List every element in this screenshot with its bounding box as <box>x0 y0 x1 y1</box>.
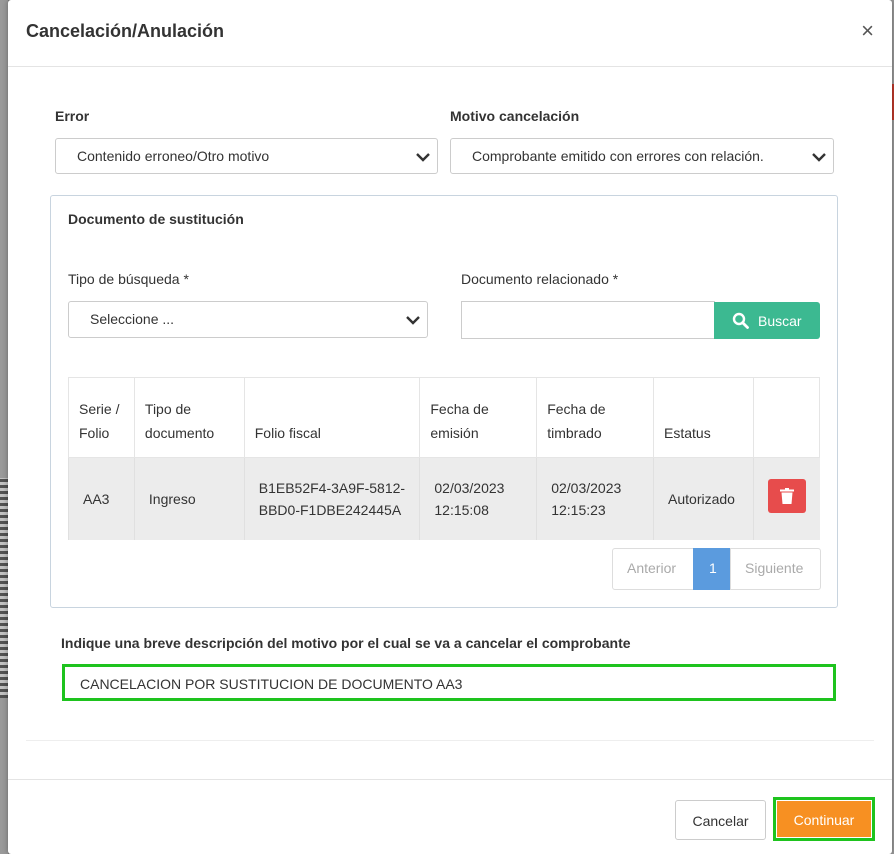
pagination-previous[interactable]: Anterior <box>612 548 694 590</box>
documento-relacionado-input[interactable] <box>461 301 715 339</box>
header-serie-folio: Serie / Folio <box>68 377 135 458</box>
pagination-page-1[interactable]: 1 <box>693 548 731 590</box>
chevron-down-icon <box>416 153 430 162</box>
header-actions <box>752 377 821 458</box>
modal-header: Cancelación/Anulación × <box>8 0 892 67</box>
cell-fecha-timbrado: 02/03/2023 12:15:23 <box>536 457 654 540</box>
table-row[interactable]: AA3 Ingreso B1EB52F4-3A9F-5812-BBD0-F1DB… <box>68 457 820 540</box>
tipo-busqueda-value: Seleccione ... <box>90 311 175 327</box>
buscar-button[interactable]: Buscar <box>714 302 820 339</box>
cancel-button-label: Cancelar <box>692 813 749 829</box>
cell-fecha-emision: 02/03/2023 12:15:08 <box>419 457 537 540</box>
continue-button-label: Continuar <box>793 812 855 828</box>
chevron-down-icon <box>406 316 420 325</box>
pagination-next[interactable]: Siguiente <box>730 548 821 590</box>
search-icon <box>732 312 749 329</box>
continue-button[interactable]: Continuar <box>777 801 871 837</box>
header-fecha-timbrado: Fecha de timbrado <box>536 377 655 458</box>
error-select[interactable]: Contenido erroneo/Otro motivo <box>55 138 438 174</box>
pagination-next-label: Siguiente <box>745 560 804 576</box>
header-tipo-documento: Tipo de documento <box>133 377 245 458</box>
modal-footer-divider <box>8 779 892 780</box>
divider <box>26 740 874 741</box>
tipo-busqueda-select[interactable]: Seleccione ... <box>68 301 428 338</box>
description-value: CANCELACION POR SUSTITUCION DE DOCUMENTO… <box>80 676 463 692</box>
background-page-left <box>0 0 8 854</box>
tipo-busqueda-label: Tipo de búsqueda * <box>68 271 189 287</box>
header-fecha-emision: Fecha de emisión <box>419 377 538 458</box>
pagination-page-label: 1 <box>709 560 717 576</box>
background-qr-code <box>0 478 8 698</box>
buscar-label: Buscar <box>758 313 802 329</box>
motivo-select-value: Comprobante emitido con errores con rela… <box>472 148 764 164</box>
error-label: Error <box>55 108 90 124</box>
error-select-value: Contenido erroneo/Otro motivo <box>77 148 270 164</box>
trash-icon <box>779 487 794 504</box>
cell-serie-folio: AA3 <box>68 457 135 540</box>
continue-button-highlight: Continuar <box>773 797 875 841</box>
pagination-previous-label: Anterior <box>627 560 677 576</box>
table-header-row: Serie / Folio Tipo de documento Folio fi… <box>68 377 821 458</box>
cell-folio-fiscal: B1EB52F4-3A9F-5812-BBD0-F1DBE242445A <box>243 457 420 540</box>
substitution-title: Documento de sustitución <box>68 211 244 227</box>
documento-relacionado-label: Documento relacionado * <box>461 271 619 287</box>
header-folio-fiscal: Folio fiscal <box>243 377 421 458</box>
cell-estatus: Autorizado <box>653 457 754 540</box>
cell-tipo-documento: Ingreso <box>133 457 245 540</box>
delete-row-button[interactable] <box>767 478 806 513</box>
description-input[interactable]: CANCELACION POR SUSTITUCION DE DOCUMENTO… <box>62 664 836 701</box>
modal-title: Cancelación/Anulación <box>26 21 225 41</box>
cancel-button[interactable]: Cancelar <box>675 800 766 840</box>
results-table: Serie / Folio Tipo de documento Folio fi… <box>68 377 821 540</box>
close-icon[interactable]: × <box>861 20 874 42</box>
motivo-select[interactable]: Comprobante emitido con errores con rela… <box>450 138 834 174</box>
cancellation-modal: Cancelación/Anulación × Error Contenido … <box>8 0 892 854</box>
chevron-down-icon <box>812 153 826 162</box>
header-estatus: Estatus <box>653 377 754 458</box>
description-label: Indique una breve descripción del motivo… <box>61 635 631 651</box>
cell-actions <box>752 457 820 540</box>
motivo-label: Motivo cancelación <box>450 108 580 124</box>
